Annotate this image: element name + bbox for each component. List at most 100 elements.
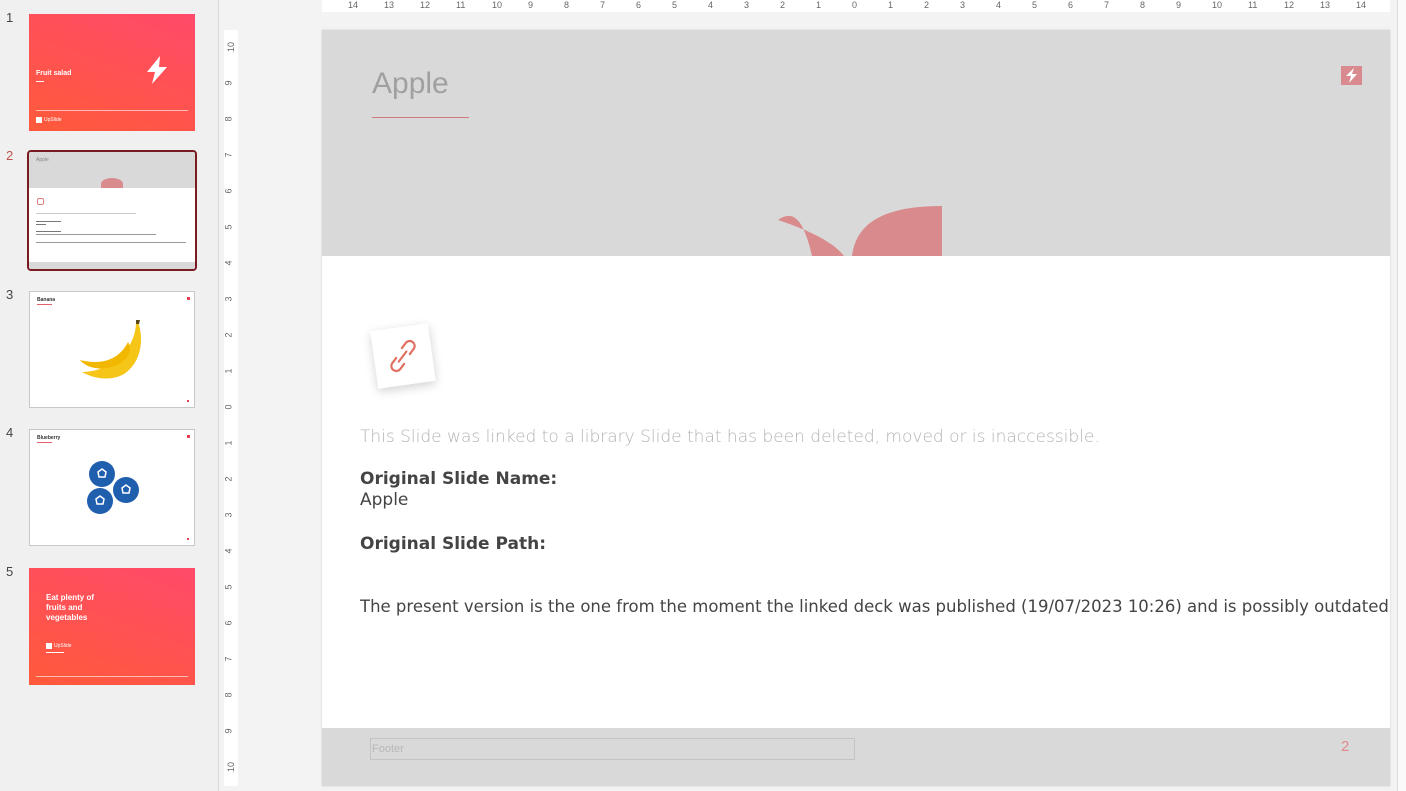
ruler-tick-label: 1 <box>888 0 894 10</box>
ruler-tick-label: 4 <box>223 548 234 554</box>
original-name-value: Apple <box>360 490 409 510</box>
title-underline <box>372 117 469 118</box>
ruler-tick-label: 1 <box>223 440 234 446</box>
ruler-tick-label: 5 <box>223 224 234 230</box>
ruler-tick-label: 7 <box>223 152 234 158</box>
logo-icon <box>187 297 190 300</box>
thumbnail-title: Blueberry <box>37 435 61 441</box>
leaf-icon <box>101 178 123 188</box>
text-line <box>36 231 61 232</box>
ruler-tick-label: 3 <box>223 296 234 302</box>
slide-footer-band: Footer 2 <box>322 728 1390 786</box>
ruler-tick-label: 11 <box>1248 0 1258 10</box>
logo-icon <box>187 435 190 438</box>
ruler-tick-label: 12 <box>1284 0 1295 10</box>
thumbnail-title: Eat plenty of fruits and vegetables <box>46 593 94 623</box>
ruler-tick-label: 6 <box>1068 0 1074 10</box>
ruler-tick-label: 3 <box>223 512 234 518</box>
ruler-tick-label: 12 <box>420 0 431 10</box>
ruler-tick-label: 4 <box>996 0 1002 10</box>
ruler-tick-label: 10 <box>226 41 237 53</box>
ruler-tick-label: 5 <box>672 0 678 10</box>
lightning-logo-icon <box>147 56 167 84</box>
blueberry-icon <box>87 461 139 514</box>
broken-link-icon <box>370 323 436 389</box>
ruler-tick-label: 1 <box>223 368 234 374</box>
ruler-tick-label: 7 <box>1104 0 1110 10</box>
text-line <box>36 213 136 214</box>
ruler-tick-label: 6 <box>636 0 642 10</box>
lightning-logo-icon <box>1341 66 1362 85</box>
slide-thumbnail-pane: 1 Fruit salad UpSlide 2 Apple 3 Banana 4… <box>0 0 219 791</box>
slide-thumbnail-4[interactable]: Blueberry <box>29 429 195 546</box>
thumbnail-header: Apple <box>29 152 195 188</box>
ruler-tick-label: 14 <box>1356 0 1367 10</box>
horizontal-ruler[interactable]: 14 13 12 11 10 9 8 7 6 5 4 3 2 1 0 1 2 3 4 5 6 7 8 9 10 11 12 13 14 <box>322 0 1390 12</box>
thumbnail-number: 2 <box>6 148 14 163</box>
ruler-tick-label: 6 <box>223 188 234 194</box>
original-path-label: Original Slide Path: <box>360 534 546 554</box>
vertical-scrollbar[interactable] <box>1397 0 1406 791</box>
vertical-ruler[interactable]: 10 9 8 7 6 5 4 3 2 1 0 1 2 3 4 5 6 7 8 9 10 <box>224 30 238 786</box>
thumbnail-title: Apple <box>36 157 49 163</box>
brand-logo-icon <box>46 643 52 649</box>
ruler-tick-label: 13 <box>1320 0 1331 10</box>
brand-underline <box>46 652 64 653</box>
ruler-tick-label: 0 <box>852 0 858 10</box>
ruler-tick-label: 5 <box>223 584 234 590</box>
ruler-tick-label: 7 <box>600 0 606 10</box>
thumbnail-footer <box>29 262 195 269</box>
ruler-tick-label: 6 <box>223 620 234 626</box>
ruler-tick-label: 2 <box>223 332 234 338</box>
ruler-tick-label: 9 <box>528 0 534 10</box>
ruler-tick-label: 0 <box>223 404 234 410</box>
thumbnail-number: 1 <box>6 10 14 25</box>
publish-date-note: The present version is the one from the … <box>360 597 1390 616</box>
ruler-tick-label: 8 <box>223 116 234 122</box>
thumbnail-number: 3 <box>6 287 14 302</box>
thumbnail-number: 4 <box>6 425 14 440</box>
brand-label: UpSlide <box>54 643 72 649</box>
divider <box>36 676 188 677</box>
slide-marker <box>187 400 189 402</box>
ruler-tick-label: 10 <box>492 0 503 10</box>
ruler-tick-label: 9 <box>223 80 234 86</box>
slide-canvas[interactable]: Apple This Slide was linked to a library… <box>322 30 1390 786</box>
ruler-tick-label: 1 <box>816 0 822 10</box>
ruler-tick-label: 7 <box>223 656 234 662</box>
apple-leaf-icon <box>778 206 942 256</box>
ruler-tick-label: 4 <box>223 260 234 266</box>
thumbnail-title: Banana <box>37 297 56 303</box>
slide-marker <box>187 538 189 540</box>
ruler-tick-label: 8 <box>223 692 234 698</box>
divider <box>36 110 188 111</box>
slide-thumbnail-3[interactable]: Banana <box>29 291 195 408</box>
slide-title[interactable]: Apple <box>372 67 449 101</box>
text-line <box>36 221 61 222</box>
slide-number: 2 <box>1341 738 1350 755</box>
ruler-tick-label: 2 <box>223 476 234 482</box>
text-line <box>36 224 46 225</box>
ruler-tick-label: 5 <box>1032 0 1038 10</box>
ruler-tick-label: 4 <box>708 0 714 10</box>
brand-logo-icon <box>36 117 42 123</box>
slide-thumbnail-1[interactable]: Fruit salad UpSlide <box>29 14 195 131</box>
thumbnail-number: 5 <box>6 564 14 579</box>
ruler-tick-label: 3 <box>744 0 750 10</box>
title-underline <box>37 304 52 305</box>
unlinked-slide-message: This Slide was linked to a library Slide… <box>360 427 1100 447</box>
ruler-tick-label: 10 <box>1212 0 1223 10</box>
broken-link-icon <box>37 198 44 205</box>
slide-thumbnail-2[interactable]: Apple <box>27 150 197 271</box>
ruler-tick-label: 2 <box>924 0 930 10</box>
footer-placeholder[interactable]: Footer <box>370 738 855 760</box>
original-name-label: Original Slide Name: <box>360 469 558 489</box>
ruler-tick-label: 9 <box>223 728 234 734</box>
title-underline <box>37 442 52 443</box>
title-underline <box>36 81 44 82</box>
ruler-tick-label: 10 <box>226 761 237 773</box>
slide-thumbnail-5[interactable]: Eat plenty of fruits and vegetables UpSl… <box>29 568 195 685</box>
ruler-tick-label: 8 <box>1140 0 1146 10</box>
brand-label: UpSlide <box>44 117 62 123</box>
slide-header-band: Apple <box>322 30 1390 256</box>
